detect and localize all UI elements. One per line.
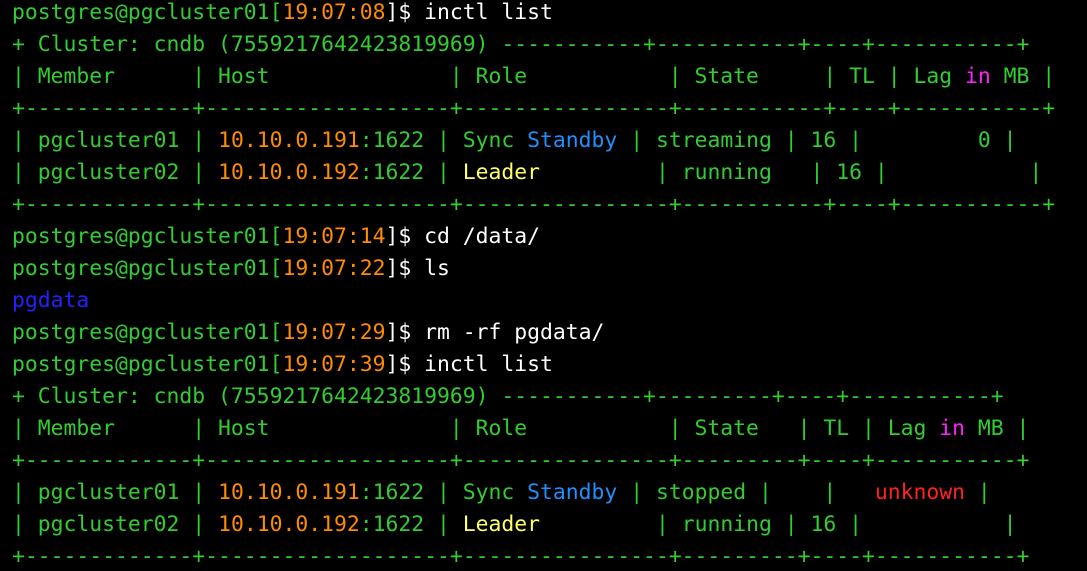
terminal-text-segment: postgres@pgcluster01[ [12, 320, 283, 345]
terminal-line: | pgcluster02 | 10.10.0.192:1622 | Leade… [12, 512, 1087, 544]
terminal-text-segment: 19:07:22 [282, 256, 386, 281]
terminal-line: + Cluster: cndb (7559217642423819969) --… [12, 32, 1087, 64]
terminal-text-segment: | running | 16 | | [540, 512, 1017, 537]
terminal-text-segment: | Member | Host | Role | State | TL | La… [12, 416, 940, 441]
terminal-text-segment: unknown [874, 480, 966, 505]
terminal-line: | pgcluster02 | 10.10.0.192:1622 | Leade… [12, 160, 1087, 192]
terminal-text-segment: +-------------+-------------------+-----… [12, 192, 1056, 217]
terminal-text-segment: 19:07:08 [282, 0, 386, 25]
terminal-text-segment: + Cluster: cndb (7559217642423819969) --… [12, 32, 1030, 57]
terminal-text-segment: 19:07:39 [282, 352, 386, 377]
terminal-line: | Member | Host | Role | State | TL | La… [12, 416, 1087, 448]
terminal-text-segment: | pgcluster01 | [12, 480, 219, 505]
terminal-text-segment: 19:07:29 [282, 320, 386, 345]
terminal-text-segment: postgres@pgcluster01[ [12, 224, 283, 249]
terminal-text-segment: Standby [527, 480, 618, 505]
terminal-text-segment: | running | 16 | | [540, 160, 1043, 185]
terminal-text-segment: | Member | Host | Role | State | TL | La… [12, 64, 965, 89]
terminal-text-segment: ]$ inctl list [385, 0, 553, 25]
terminal-text-segment: +-------------+-------------------+-----… [12, 96, 1056, 121]
terminal-text-segment: | streaming | 16 | 0 | [617, 128, 1017, 153]
terminal-text-segment: 10.10.0.191 [218, 480, 360, 505]
terminal-text-segment: Leader [462, 512, 541, 537]
terminal-line: pgdata [12, 288, 1087, 320]
terminal-line: postgres@pgcluster01[19:07:29]$ rm -rf p… [12, 320, 1087, 352]
terminal-line: postgres@pgcluster01[19:07:14]$ cd /data… [12, 224, 1087, 256]
terminal-text-segment: + Cluster: cndb (7559217642423819969) --… [12, 384, 1004, 409]
terminal-text-segment: 10.10.0.191 [218, 128, 360, 153]
terminal-text-segment: | pgcluster02 | [12, 512, 219, 537]
terminal-text-segment: | [965, 480, 991, 505]
terminal-text-segment: Standby [527, 128, 618, 153]
terminal-text-segment: 19:07:14 [282, 224, 386, 249]
terminal-line: +-------------+-------------------+-----… [12, 544, 1087, 571]
terminal-text-segment: MB | [990, 64, 1056, 89]
terminal-text-segment: Leader [462, 160, 541, 185]
terminal-text-segment: 10.10.0.192 [218, 512, 360, 537]
terminal-line: postgres@pgcluster01[19:07:39]$ inctl li… [12, 352, 1087, 384]
terminal-line: +-------------+-------------------+-----… [12, 96, 1087, 128]
terminal-text-segment: :1622 | Sync [359, 128, 528, 153]
terminal-text-segment: MB | [965, 416, 1030, 441]
terminal-text-segment: :1622 | [359, 160, 463, 185]
terminal-text-segment: :1622 | Sync [359, 480, 528, 505]
terminal-text-segment: in [939, 416, 965, 441]
terminal-text-segment: in [965, 64, 991, 89]
terminal-line: postgres@pgcluster01[19:07:22]$ ls [12, 256, 1087, 288]
terminal-line: +-------------+-------------------+-----… [12, 192, 1087, 224]
terminal-text-segment: ]$ cd /data/ [385, 224, 541, 249]
terminal-text-segment: postgres@pgcluster01[ [12, 352, 283, 377]
terminal-text-segment: | stopped | | [617, 480, 875, 505]
terminal-output[interactable]: postgres@pgcluster01[19:07:08]$ inctl li… [0, 0, 1087, 571]
terminal-text-segment: | pgcluster02 | [12, 160, 219, 185]
terminal-text-segment: :1622 | [359, 512, 463, 537]
terminal-line: +-------------+-------------------+-----… [12, 448, 1087, 480]
terminal-line: postgres@pgcluster01[19:07:08]$ inctl li… [12, 0, 1087, 32]
terminal-text-segment: +-------------+-------------------+-----… [12, 544, 1030, 569]
terminal-text-segment: postgres@pgcluster01[ [12, 0, 283, 25]
terminal-line: + Cluster: cndb (7559217642423819969) --… [12, 384, 1087, 416]
terminal-line: | Member | Host | Role | State | TL | La… [12, 64, 1087, 96]
terminal-text-segment: pgdata [12, 288, 90, 313]
terminal-text-segment: ]$ ls [385, 256, 450, 281]
terminal-text-segment: | pgcluster01 | [12, 128, 219, 153]
terminal-line: | pgcluster01 | 10.10.0.191:1622 | Sync … [12, 128, 1087, 160]
terminal-text-segment: ]$ inctl list [385, 352, 553, 377]
terminal-text-segment: postgres@pgcluster01[ [12, 256, 283, 281]
terminal-text-segment: ]$ rm -rf pgdata/ [385, 320, 605, 345]
terminal-text-segment: +-------------+-------------------+-----… [12, 448, 1030, 473]
terminal-line: | pgcluster01 | 10.10.0.191:1622 | Sync … [12, 480, 1087, 512]
terminal-text-segment: 10.10.0.192 [218, 160, 360, 185]
